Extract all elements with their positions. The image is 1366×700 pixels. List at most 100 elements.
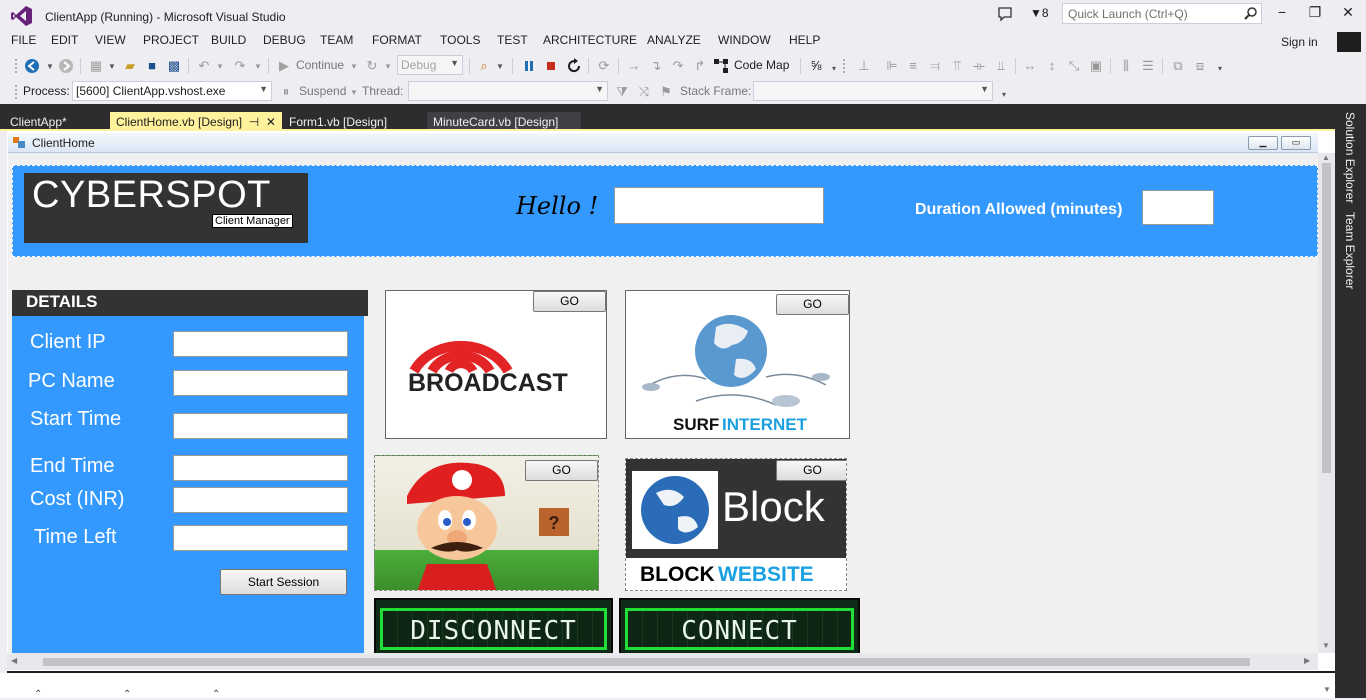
designer-vertical-scrollbar[interactable]: ▲ ▼	[1318, 153, 1335, 653]
block-website-tile[interactable]: Block BLOCK WEBSITE GO	[625, 458, 847, 591]
open-file-icon[interactable]: ▰	[122, 58, 138, 74]
step-over-icon[interactable]: ↷	[670, 58, 686, 74]
navigate-forward-icon[interactable]	[58, 58, 74, 74]
feedback-count[interactable]: ▼8	[1030, 6, 1049, 20]
step-into-icon[interactable]: ↴	[648, 58, 664, 74]
vertical-spacing-icon[interactable]: ☰	[1140, 58, 1156, 74]
show-next-statement-icon[interactable]: →	[626, 58, 642, 74]
surf-internet-tile[interactable]: SURF INTERNET GO	[625, 290, 850, 439]
start-session-button[interactable]: Start Session	[220, 569, 347, 595]
restart-icon[interactable]	[566, 58, 582, 74]
menu-window[interactable]: WINDOW	[718, 33, 771, 47]
toolbar-overflow-icon[interactable]: ▾	[1212, 61, 1228, 77]
align-bottoms-icon[interactable]: ⫫	[993, 58, 1009, 74]
hex-display-icon[interactable]: ⅝	[808, 58, 824, 74]
undo-icon[interactable]: ↶	[196, 58, 212, 74]
find-in-files-icon[interactable]: ⌕	[476, 58, 492, 74]
client-ip-textbox[interactable]	[173, 331, 348, 357]
send-to-back-icon[interactable]: ⧈	[1192, 58, 1208, 74]
horizontal-spacing-icon[interactable]: ⫼	[1118, 58, 1134, 74]
connect-button[interactable]: CONNECT	[619, 598, 860, 653]
suspend-button[interactable]: Suspend	[299, 84, 346, 98]
cost-textbox[interactable]	[173, 487, 348, 513]
menu-team[interactable]: TEAM	[320, 33, 353, 47]
game-go-button[interactable]: GO	[525, 460, 598, 481]
form-minimize-button[interactable]: ▁	[1248, 136, 1278, 150]
align-tops-icon[interactable]: ⫪	[949, 58, 965, 74]
scroll-left-icon[interactable]: ◀	[11, 656, 17, 665]
code-map-icon[interactable]	[713, 58, 729, 74]
start-time-textbox[interactable]	[173, 413, 348, 439]
menu-project[interactable]: PROJECT	[143, 33, 199, 47]
menu-analyze[interactable]: ANALYZE	[647, 33, 701, 47]
time-left-textbox[interactable]	[173, 525, 348, 551]
scroll-down-icon[interactable]: ▼	[1322, 641, 1330, 650]
save-all-icon[interactable]: ▩	[166, 58, 182, 74]
make-same-height-icon[interactable]: ↕	[1044, 58, 1060, 74]
align-rights-icon[interactable]: ⫤	[927, 58, 943, 74]
scroll-up-icon[interactable]: ▲	[1322, 153, 1330, 162]
broadcast-tile[interactable]: BROADCAST GO	[385, 290, 607, 439]
save-icon[interactable]: ■	[144, 58, 160, 74]
show-threads-in-source-icon[interactable]: ⤨	[636, 84, 652, 100]
tray-component-icon[interactable]: ⌃	[34, 689, 42, 700]
back-dropdown-icon[interactable]: ▼	[42, 59, 58, 75]
toggle-thread-filter-icon[interactable]: ⧩	[614, 84, 630, 100]
browser-link-icon[interactable]: ⟳	[596, 58, 612, 74]
user-account-icon[interactable]	[1337, 32, 1361, 52]
tray-component-icon[interactable]: ⌃	[123, 689, 131, 700]
refresh-dropdown-icon[interactable]: ▼	[380, 59, 396, 75]
toolbar-overflow-icon[interactable]: ▾	[996, 87, 1012, 103]
surf-internet-go-button[interactable]: GO	[776, 294, 849, 315]
refresh-icon[interactable]: ↻	[364, 58, 380, 74]
toolbar-grip[interactable]	[14, 58, 18, 74]
continue-dropdown-icon[interactable]: ▼	[346, 59, 362, 75]
process-select[interactable]: [5600] ClientApp.vshost.exe ▼	[72, 81, 272, 101]
find-dropdown-icon[interactable]: ▼	[492, 59, 508, 75]
continue-button[interactable]: Continue	[296, 58, 344, 72]
pin-tab-icon[interactable]: ⊣	[249, 115, 259, 129]
menu-tools[interactable]: TOOLS	[440, 33, 480, 47]
make-same-size-icon[interactable]: ⤡	[1066, 58, 1082, 74]
menu-help[interactable]: HELP	[789, 33, 820, 47]
tab-order-icon[interactable]: ⊥	[856, 58, 872, 74]
duration-textbox[interactable]	[1142, 190, 1214, 225]
suspend-icon[interactable]: ⏸	[278, 84, 294, 100]
form-maximize-button[interactable]: ▭	[1281, 136, 1311, 150]
username-textbox[interactable]	[614, 187, 824, 224]
end-time-textbox[interactable]	[173, 455, 348, 481]
menu-build[interactable]: BUILD	[211, 33, 246, 47]
stack-frame-select[interactable]: ▼	[753, 81, 993, 101]
new-project-icon[interactable]: ▦	[88, 58, 104, 74]
close-button[interactable]: ✕	[1336, 4, 1360, 24]
solution-explorer-tab[interactable]: Solution Explorer	[1343, 112, 1357, 203]
vertical-scroll-thumb[interactable]	[1322, 163, 1331, 473]
solution-config-select[interactable]: Debug ▼	[397, 55, 463, 75]
tray-component-icon[interactable]: ⌃	[212, 689, 220, 700]
navigate-back-icon[interactable]	[24, 58, 40, 74]
designer-horizontal-scrollbar[interactable]: ◀ ▶	[7, 653, 1318, 670]
close-tab-icon[interactable]: ✕	[266, 115, 276, 129]
align-middles-icon[interactable]: ⟛	[971, 58, 987, 74]
quick-launch-input[interactable]: Quick Launch (Ctrl+Q)	[1062, 3, 1262, 24]
flag-threads-icon[interactable]: ⚑	[658, 84, 674, 100]
menu-architecture[interactable]: ARCHITECTURE	[543, 33, 637, 47]
toolbar-grip[interactable]	[842, 58, 846, 74]
game-tile[interactable]: ? GO	[374, 455, 599, 591]
size-to-grid-icon[interactable]: ▣	[1088, 58, 1104, 74]
toolbar-grip[interactable]	[14, 84, 18, 100]
undo-dropdown-icon[interactable]: ▼	[212, 59, 228, 75]
maximize-button[interactable]: ❐	[1303, 4, 1327, 24]
menu-file[interactable]: FILE	[11, 33, 36, 47]
sign-in-link[interactable]: Sign in	[1281, 35, 1318, 49]
disconnect-button[interactable]: DISCONNECT	[374, 598, 613, 653]
block-website-go-button[interactable]: GO	[776, 460, 846, 481]
step-out-icon[interactable]: ↱	[692, 58, 708, 74]
broadcast-go-button[interactable]: GO	[533, 291, 606, 312]
code-map-button[interactable]: Code Map	[734, 58, 789, 72]
minimize-button[interactable]: −	[1270, 4, 1294, 24]
menu-view[interactable]: VIEW	[95, 33, 126, 47]
pause-icon[interactable]	[522, 59, 536, 73]
pc-name-textbox[interactable]	[173, 370, 348, 396]
menu-format[interactable]: FORMAT	[372, 33, 422, 47]
